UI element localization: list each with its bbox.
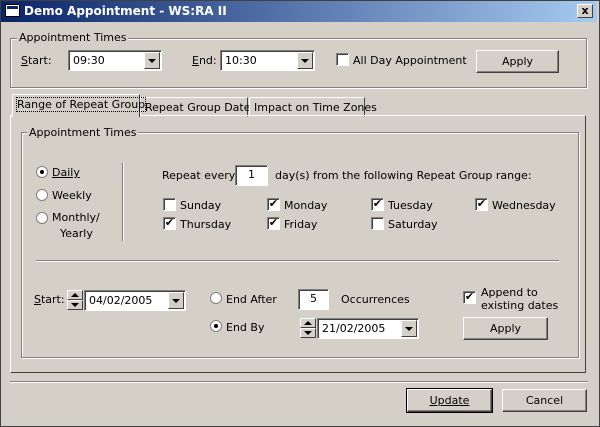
end-time-combo[interactable]: 10:30 [220,50,315,71]
end-by-spinner[interactable] [300,318,316,338]
end-time-label: End: [192,54,217,67]
tab-repeat-group-dates[interactable]: Repeat Group Dates [140,97,256,117]
chevron-down-icon[interactable] [144,52,160,69]
range-start-value: 04/02/2005 [89,294,153,307]
wednesday-label: Wednesday [492,199,556,212]
sunday-checkbox[interactable] [163,198,176,211]
weekly-label: Weekly [52,189,92,202]
wednesday-checkbox[interactable]: ✔ [475,198,488,211]
window-title: Demo Appointment - WS:RA II [24,4,227,18]
monthly-label: Monthly/ [52,211,100,224]
repeat-every-input[interactable]: 1 [235,165,268,186]
monday-checkbox[interactable]: ✔ [267,198,280,211]
chevron-down-icon[interactable] [401,320,417,337]
range-start-spinner[interactable] [67,290,83,310]
repeat-every-label: Repeat every [162,169,236,182]
repeat-suffix-label: day(s) from the following Repeat Group r… [275,169,532,182]
horizontal-divider [36,260,559,262]
end-after-label: End After [226,293,277,306]
update-label: Update [429,394,470,407]
tab-range-of-repeat-group[interactable]: Range of Repeat Group [12,94,147,117]
friday-label: Friday [284,218,318,231]
window-icon [5,4,20,17]
apply-times-button[interactable]: Apply [476,50,559,73]
append-label-2: existing dates [481,299,559,312]
spin-up-icon[interactable] [300,318,316,328]
start-time-value: 09:30 [73,54,105,67]
tuesday-checkbox[interactable]: ✔ [371,198,384,211]
end-by-radio[interactable] [210,320,222,332]
append-checkbox[interactable]: ✔ [463,291,476,304]
monthly-yearly-radio[interactable] [36,212,48,224]
occurrences-label: Occurrences [341,293,410,306]
tab-impact-on-time-zones[interactable]: Impact on Time Zones [249,97,377,117]
start-time-label: Start: [21,54,52,67]
chevron-down-icon[interactable] [297,52,313,69]
tab-label: Impact on Time Zones [254,101,377,114]
spin-up-icon[interactable] [67,290,83,300]
daily-radio[interactable] [36,166,48,178]
all-day-label: All Day Appointment [353,54,467,67]
range-start-label: Start: [34,293,65,306]
spin-down-icon[interactable] [67,300,83,310]
append-label-1: Append to [481,286,538,299]
tuesday-label: Tuesday [388,199,433,212]
daily-label: Daily [52,166,80,179]
cancel-button[interactable]: Cancel [502,389,587,412]
end-by-combo[interactable]: 21/02/2005 [317,318,419,339]
title-bar[interactable]: Demo Appointment - WS:RA II x [1,1,597,22]
saturday-label: Saturday [388,218,438,231]
tab-label: Repeat Group Dates [145,101,257,114]
repeat-group-legend: Appointment Times [27,126,139,139]
friday-checkbox[interactable]: ✔ [267,217,280,230]
sunday-label: Sunday [180,199,222,212]
start-time-combo[interactable]: 09:30 [68,50,162,71]
all-day-checkbox[interactable] [336,53,349,66]
close-button[interactable]: x [577,4,593,18]
monday-label: Monday [284,199,328,212]
apply-range-button[interactable]: Apply [463,317,548,340]
end-time-value: 10:30 [225,54,257,67]
range-start-combo[interactable]: 04/02/2005 [84,290,186,311]
thursday-label: Thursday [180,218,232,231]
appointment-times-legend: Appointment Times [17,31,129,44]
saturday-checkbox[interactable] [371,217,384,230]
footer-divider [10,381,588,383]
occurrences-input[interactable]: 5 [298,289,329,310]
yearly-label: Yearly [60,227,93,240]
end-by-label: End By [226,321,265,334]
thursday-checkbox[interactable]: ✔ [163,217,176,230]
update-button[interactable]: Update [406,388,493,413]
chevron-down-icon[interactable] [168,292,184,309]
weekly-radio[interactable] [36,189,48,201]
vertical-divider [122,163,124,241]
spin-down-icon[interactable] [300,328,316,338]
end-by-value: 21/02/2005 [322,322,386,335]
tab-label: Range of Repeat Group [15,97,147,112]
end-after-radio[interactable] [210,292,222,304]
